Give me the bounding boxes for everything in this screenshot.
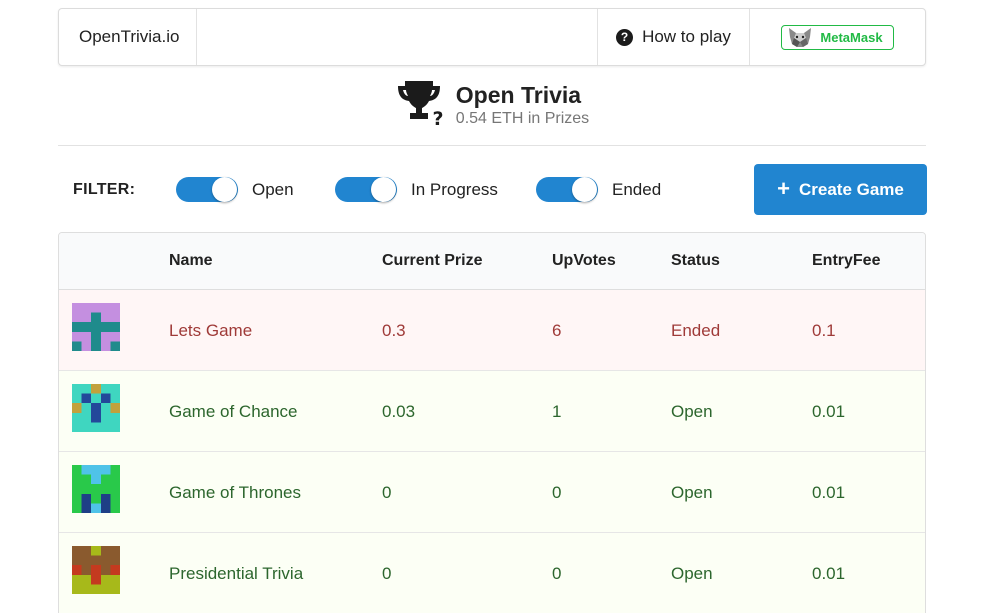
toggle-knob — [371, 177, 396, 202]
metamask-label: MetaMask — [820, 29, 883, 45]
metamask-fox-icon — [789, 28, 812, 47]
metamask-button[interactable]: MetaMask — [781, 24, 894, 50]
game-avatar — [72, 384, 120, 432]
upvotes: 0 — [552, 564, 562, 583]
upvotes: 1 — [552, 402, 562, 421]
toggle-ended-switch[interactable] — [536, 177, 598, 202]
status: Ended — [671, 321, 721, 340]
plus-icon: + — [777, 175, 790, 201]
column-header-status[interactable]: Status — [671, 252, 720, 270]
page-title: Open Trivia — [455, 82, 582, 108]
toggle-open[interactable]: Open — [176, 177, 294, 202]
toggle-in-progress-switch[interactable] — [335, 177, 397, 202]
status: Open — [671, 564, 713, 583]
table-row[interactable]: Presidential Trivia 0 0 Open 0.01 — [59, 533, 925, 613]
entry-fee: 0.01 — [812, 402, 846, 421]
entry-fee: 0.01 — [812, 564, 846, 583]
status: Open — [671, 483, 713, 502]
toggle-open-label: Open — [252, 179, 294, 199]
games-table: Name Current Prize UpVotes Status EntryF… — [58, 232, 926, 613]
toggle-open-switch[interactable] — [176, 177, 238, 202]
column-header-entry-fee[interactable]: EntryFee — [812, 252, 880, 270]
current-prize: 0 — [382, 564, 392, 583]
navbar-spacer — [197, 9, 597, 65]
column-header-current-prize[interactable]: Current Prize — [382, 252, 482, 270]
toggle-ended[interactable]: Ended — [536, 177, 661, 202]
how-to-play-label: How to play — [642, 27, 731, 46]
game-name[interactable]: Presidential Trivia — [169, 564, 303, 584]
question-circle-icon: ? — [616, 28, 634, 46]
column-header-name[interactable]: Name — [169, 252, 213, 270]
page-header: ? Open Trivia 0.54 ETH in Prizes — [0, 78, 985, 128]
brand-link[interactable]: OpenTrivia.io — [59, 9, 197, 65]
column-header-upvotes[interactable]: UpVotes — [552, 252, 616, 270]
create-game-label: Create Game — [798, 179, 904, 199]
upvotes: 0 — [552, 483, 562, 502]
filter-bar: FILTER: Open In Progress Ended + Create … — [58, 164, 927, 215]
svg-text:?: ? — [432, 108, 443, 126]
status: Open — [671, 402, 713, 421]
metamask-cell: MetaMask — [749, 9, 925, 65]
toggle-knob — [572, 177, 597, 202]
game-avatar — [72, 546, 120, 594]
current-prize: 0.03 — [382, 402, 416, 421]
entry-fee: 0.01 — [812, 483, 846, 502]
game-name[interactable]: Game of Thrones — [169, 483, 301, 503]
toggle-in-progress[interactable]: In Progress — [335, 177, 498, 202]
toggle-ended-label: Ended — [612, 179, 662, 199]
upvotes: 6 — [552, 321, 562, 340]
entry-fee: 0.1 — [812, 321, 836, 340]
table-header: Name Current Prize UpVotes Status EntryF… — [59, 233, 925, 290]
current-prize: 0.3 — [382, 321, 406, 340]
game-avatar — [72, 303, 120, 351]
header-divider — [58, 145, 926, 146]
table-row[interactable]: Lets Game 0.3 6 Ended 0.1 — [59, 290, 925, 371]
create-game-button[interactable]: + Create Game — [754, 164, 927, 215]
game-name[interactable]: Lets Game — [169, 321, 252, 341]
game-avatar — [72, 465, 120, 513]
current-prize: 0 — [382, 483, 392, 502]
toggle-in-progress-label: In Progress — [411, 179, 498, 199]
trophy-question-icon: ? — [397, 81, 443, 126]
table-row[interactable]: Game of Thrones 0 0 Open 0.01 — [59, 452, 925, 533]
game-name[interactable]: Game of Chance — [169, 402, 298, 422]
how-to-play-link[interactable]: ? How to play — [597, 9, 749, 65]
filter-label: FILTER: — [73, 181, 136, 198]
toggle-knob — [212, 177, 237, 202]
prize-total: 0.54 ETH in Prizes — [455, 110, 590, 127]
table-row[interactable]: Game of Chance 0.03 1 Open 0.01 — [59, 371, 925, 452]
top-navbar: OpenTrivia.io ? How to play MetaMask — [58, 8, 926, 66]
